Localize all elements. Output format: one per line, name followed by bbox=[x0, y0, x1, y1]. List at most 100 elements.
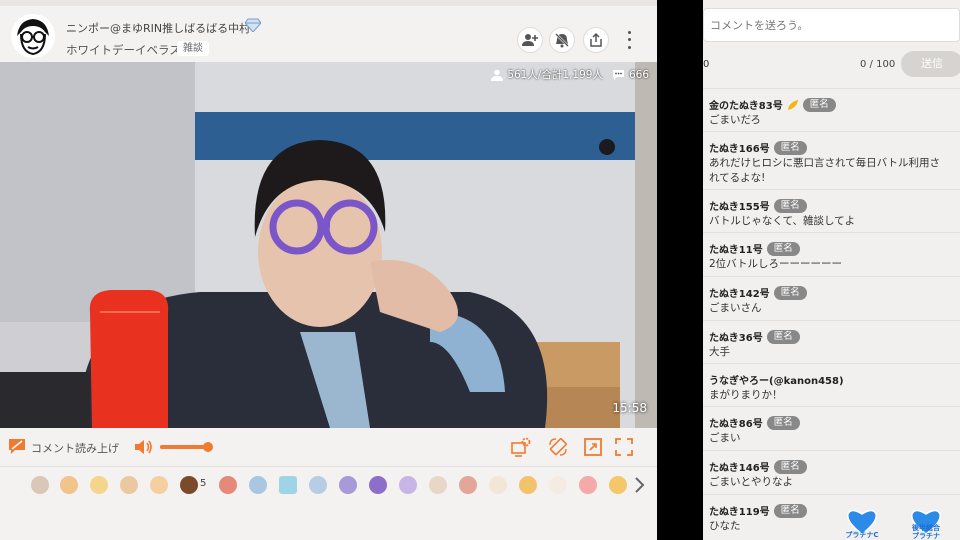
streamer-avatar[interactable] bbox=[11, 14, 55, 58]
comment-text: バトルじゃなくて、雑談してよ bbox=[709, 215, 856, 227]
comment-panel: 0 0 / 100 送信 金のたぬき83号 匿名 ごまいだろ たぬき166号 匿… bbox=[703, 0, 960, 540]
gift-item[interactable] bbox=[279, 476, 297, 494]
more-options-button[interactable] bbox=[620, 29, 638, 51]
pip-icon[interactable] bbox=[583, 437, 603, 457]
platina-c-badge[interactable]: プラチナC bbox=[844, 506, 880, 540]
anon-badge: 匿名 bbox=[773, 285, 807, 300]
notification-mute-button[interactable] bbox=[549, 27, 575, 53]
anon-badge: 匿名 bbox=[773, 503, 807, 518]
comment-item: たぬき166号 匿名 あれだけヒロシに悪口言されて毎日バトル利用されてるよな! bbox=[703, 132, 960, 190]
streamer-name[interactable]: ニンポー@まゆRIN推しばるばる中村 bbox=[66, 20, 250, 36]
gift-item[interactable] bbox=[120, 476, 138, 494]
anon-badge: 匿名 bbox=[766, 329, 800, 344]
gift-item[interactable] bbox=[609, 476, 627, 494]
comment-user[interactable]: たぬき142号 bbox=[709, 285, 770, 300]
gift-item[interactable] bbox=[150, 476, 168, 494]
anon-badge: 匿名 bbox=[773, 140, 807, 155]
comment-user[interactable]: たぬき86号 bbox=[709, 415, 763, 430]
comment-text: ごまい bbox=[709, 432, 741, 444]
anon-badge: 匿名 bbox=[802, 97, 836, 112]
comment-speech-icon[interactable] bbox=[9, 439, 25, 454]
gift-item[interactable] bbox=[489, 476, 507, 494]
gift-item[interactable] bbox=[459, 476, 477, 494]
gift-item[interactable] bbox=[519, 476, 537, 494]
bell-off-icon bbox=[555, 33, 569, 48]
anon-badge: 匿名 bbox=[766, 415, 800, 430]
gift-item[interactable] bbox=[180, 476, 198, 494]
video-frame bbox=[0, 62, 657, 428]
viewer-icon bbox=[491, 69, 504, 81]
gift-item[interactable] bbox=[60, 476, 78, 494]
comment-item: 金のたぬき83号 匿名 ごまいだろ bbox=[703, 89, 960, 132]
send-button[interactable]: 送信 bbox=[901, 51, 960, 77]
comment-user[interactable]: たぬき36号 bbox=[709, 329, 763, 344]
platina-total-label: 後半総合 プラチナ bbox=[912, 524, 940, 540]
anon-badge: 匿名 bbox=[773, 198, 807, 213]
anon-badge: 匿名 bbox=[766, 241, 800, 256]
anon-badge: 匿名 bbox=[773, 459, 807, 474]
comment-item: たぬき146号 匿名 ごまいとやりなよ bbox=[703, 451, 960, 495]
gift-item[interactable] bbox=[219, 476, 237, 494]
share-icon bbox=[590, 32, 602, 47]
elapsed-time: 15:58 bbox=[612, 401, 647, 415]
comment-text: まがりまりか！ bbox=[709, 389, 783, 401]
channel-name[interactable]: ホワイトデーイベラス bbox=[66, 42, 181, 58]
gift-item[interactable] bbox=[90, 476, 108, 494]
comment-item: たぬき11号 匿名 2位バトルしろーーーーーー bbox=[703, 233, 960, 277]
footer-strip bbox=[0, 506, 657, 540]
comment-text: ごまいとやりなよ bbox=[709, 476, 793, 488]
gift-item[interactable] bbox=[309, 476, 327, 494]
gift-item[interactable] bbox=[549, 476, 567, 494]
gift-count-badge: 5 bbox=[200, 478, 207, 489]
video-player[interactable]: 561人/合計1,199人 666 15:58 bbox=[0, 62, 657, 428]
comment-item: たぬき155号 匿名 バトルじゃなくて、雑談してよ bbox=[703, 190, 960, 233]
comment-user[interactable]: うなぎやろー(@kanon458) bbox=[709, 372, 844, 387]
add-user-icon bbox=[522, 34, 538, 46]
comment-list[interactable]: 金のたぬき83号 匿名 ごまいだろ たぬき166号 匿名 あれだけヒロシに悪口言… bbox=[703, 88, 960, 540]
comment-user[interactable]: たぬき155号 bbox=[709, 198, 770, 213]
viewer-count: 561人/合計1,199人 bbox=[507, 69, 603, 81]
tts-label[interactable]: コメント読み上げ bbox=[31, 440, 119, 456]
platina-c-label: プラチナC bbox=[845, 531, 879, 539]
comment-count: 666 bbox=[628, 68, 649, 81]
comment-user[interactable]: たぬき146号 bbox=[709, 459, 770, 474]
gift-item[interactable] bbox=[369, 476, 387, 494]
volume-slider[interactable] bbox=[160, 442, 213, 452]
gift-item[interactable] bbox=[339, 476, 357, 494]
chevron-right-icon[interactable] bbox=[633, 476, 645, 494]
stream-header: ニンポー@まゆRIN推しばるばる中村 ホワイトデーイベラス 雑談 bbox=[0, 0, 657, 62]
comment-count-icon bbox=[612, 69, 624, 80]
stream-panel: ニンポー@まゆRIN推しばるばる中村 ホワイトデーイベラス 雑談 561人/合計… bbox=[0, 0, 657, 540]
comment-user[interactable]: たぬき119号 bbox=[709, 503, 770, 518]
gift-item[interactable] bbox=[249, 476, 267, 494]
comment-user[interactable]: 金のたぬき83号 bbox=[709, 97, 783, 112]
fullscreen-icon[interactable] bbox=[614, 437, 634, 457]
screen-settings-icon[interactable] bbox=[511, 437, 531, 457]
player-controls: コメント読み上げ bbox=[0, 428, 657, 466]
gift-item[interactable] bbox=[31, 476, 49, 494]
rotate-screen-icon[interactable] bbox=[548, 437, 568, 457]
avatar-face-icon bbox=[11, 14, 55, 58]
gift-bar: 5 bbox=[0, 466, 657, 506]
volume-icon[interactable] bbox=[134, 438, 154, 456]
comment-text: 2位バトルしろーーーーーー bbox=[709, 258, 842, 270]
gold-leaf-icon bbox=[787, 99, 798, 110]
gift-item[interactable] bbox=[579, 476, 597, 494]
platina-total-badge[interactable]: 後半総合 プラチナ bbox=[908, 506, 944, 540]
follow-button[interactable] bbox=[517, 27, 543, 53]
comment-text: 大手 bbox=[709, 346, 730, 358]
comment-text: ごまいさん bbox=[709, 302, 762, 314]
share-button[interactable] bbox=[583, 27, 609, 53]
comment-input[interactable] bbox=[703, 8, 960, 42]
comment-item: たぬき142号 匿名 ごまいさん bbox=[703, 277, 960, 321]
diamond-icon bbox=[245, 18, 261, 32]
gift-item[interactable] bbox=[429, 476, 447, 494]
counter-left: 0 bbox=[703, 59, 710, 70]
gift-item[interactable] bbox=[399, 476, 417, 494]
comment-text: あれだけヒロシに悪口言されて毎日バトル利用されてるよな! bbox=[709, 157, 940, 184]
comment-user[interactable]: たぬき166号 bbox=[709, 140, 770, 155]
volume-knob[interactable] bbox=[202, 442, 213, 452]
comment-user[interactable]: たぬき11号 bbox=[709, 241, 763, 256]
category-badge: 雑談 bbox=[177, 41, 209, 56]
comment-text: ごまいだろ bbox=[709, 114, 761, 126]
